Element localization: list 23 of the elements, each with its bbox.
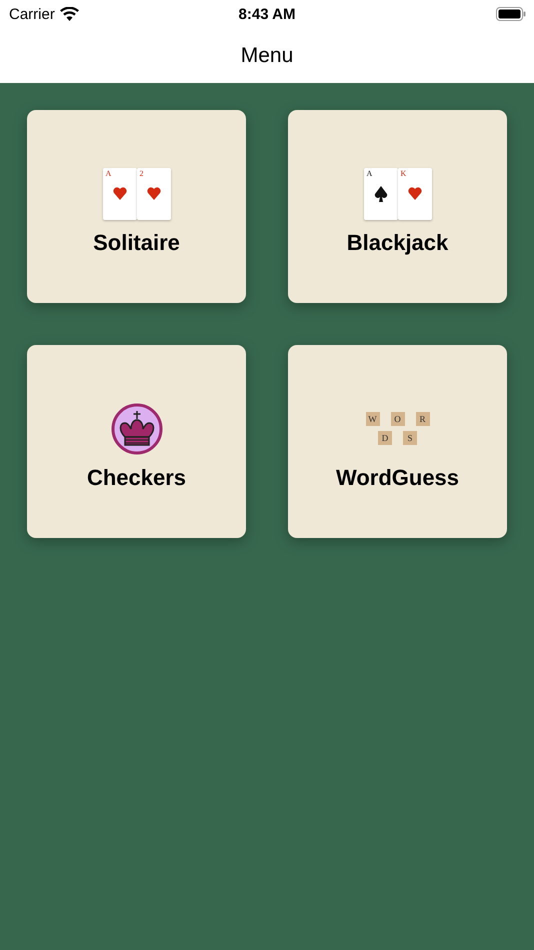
card-rank: A xyxy=(106,168,112,178)
letter-tile: O xyxy=(390,412,404,426)
game-tile[interactable]: A 2 Solitaire xyxy=(27,110,246,303)
nav-title: Menu xyxy=(240,44,294,68)
card-rank: K xyxy=(400,168,406,178)
spade-icon xyxy=(374,186,388,202)
wifi-icon xyxy=(60,7,79,21)
card-rank: 2 xyxy=(140,168,144,178)
heart-icon xyxy=(112,187,126,200)
heart-icon xyxy=(146,187,160,200)
heart-icon xyxy=(408,187,422,200)
game-tile[interactable]: A K Blackjack xyxy=(288,110,507,303)
game-tile[interactable]: Checkers xyxy=(27,345,246,538)
carrier-label: Carrier xyxy=(9,6,55,22)
game-tile[interactable]: W O R D S WordGuess xyxy=(288,345,507,538)
letter-tile: D xyxy=(378,431,392,445)
crown-icon xyxy=(110,402,162,454)
battery-icon xyxy=(496,7,526,21)
letter-tile: W xyxy=(366,412,380,426)
card-rank: A xyxy=(366,168,372,178)
status-time: 8:43 AM xyxy=(238,6,296,22)
letter-tile: R xyxy=(416,412,430,426)
letter-tile: S xyxy=(403,431,417,445)
